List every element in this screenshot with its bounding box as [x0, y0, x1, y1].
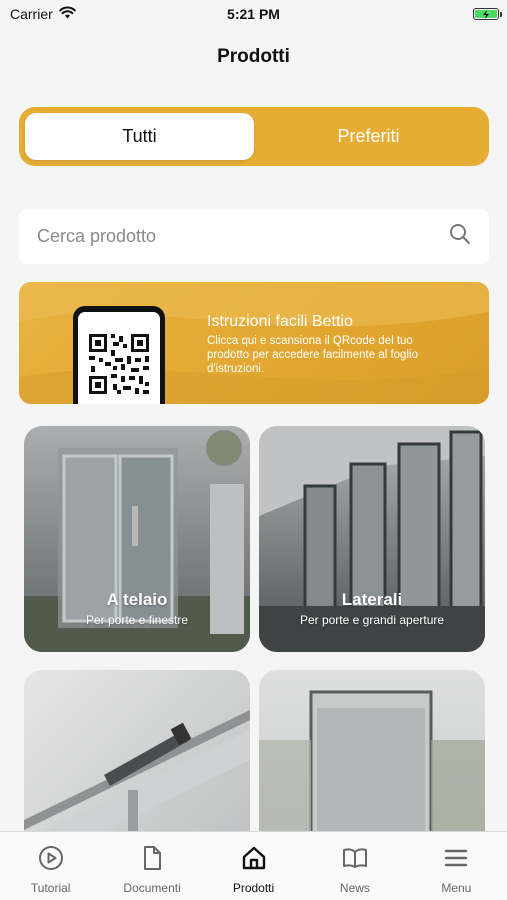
- search-icon[interactable]: [449, 223, 471, 250]
- search-input[interactable]: [37, 226, 417, 247]
- tab-label: Menu: [441, 881, 472, 895]
- tab-documenti[interactable]: Documenti: [101, 832, 202, 900]
- tab-news[interactable]: News: [304, 832, 405, 900]
- product-title: A telaio: [106, 590, 168, 609]
- play-circle-icon: [38, 845, 64, 876]
- page-title: Prodotti: [217, 46, 290, 67]
- wifi-icon: [58, 6, 76, 22]
- tab-menu[interactable]: Menu: [406, 832, 507, 900]
- tab-tutti[interactable]: Tutti: [25, 113, 254, 160]
- status-time: 5:21 PM: [227, 6, 280, 22]
- tab-tutorial[interactable]: Tutorial: [0, 832, 101, 900]
- qr-code-icon: [87, 332, 151, 396]
- product-subtitle: Per porte e grandi aperture: [299, 613, 445, 627]
- hamburger-icon: [443, 845, 469, 876]
- product-subtitle: Per porte e finestre: [85, 613, 189, 627]
- status-bar: Carrier 5:21 PM: [0, 0, 507, 28]
- home-icon: [241, 845, 267, 876]
- product-card-laterali[interactable]: Laterali Per porte e grandi aperture: [259, 426, 485, 652]
- banner-description: Clicca qui e scansiona il QRcode del tuo…: [207, 335, 418, 375]
- qr-instructions-banner[interactable]: Istruzioni facili Bettio Clicca qui e sc…: [19, 282, 489, 404]
- book-icon: [342, 845, 368, 876]
- tab-label: Documenti: [123, 881, 181, 895]
- product-card-a-telaio[interactable]: A telaio Per porte e finestre: [24, 426, 250, 652]
- segmented-control: Tutti Preferiti: [19, 107, 489, 166]
- phone-illustration: [73, 306, 165, 404]
- tab-label: News: [339, 881, 370, 895]
- bottom-tab-bar: Tutorial Documenti Prodotti News Menu: [0, 831, 507, 900]
- tab-preferiti[interactable]: Preferiti: [254, 113, 483, 160]
- carrier-label: Carrier: [10, 6, 53, 22]
- tab-label: Tutorial: [30, 881, 71, 895]
- search-bar: [19, 209, 489, 264]
- tab-label: Prodotti: [232, 881, 275, 895]
- banner-title: Istruzioni facili Bettio: [207, 313, 353, 330]
- product-title: Laterali: [341, 590, 403, 609]
- document-icon: [139, 845, 165, 876]
- tab-prodotti[interactable]: Prodotti: [203, 832, 304, 900]
- battery-icon: [473, 8, 502, 20]
